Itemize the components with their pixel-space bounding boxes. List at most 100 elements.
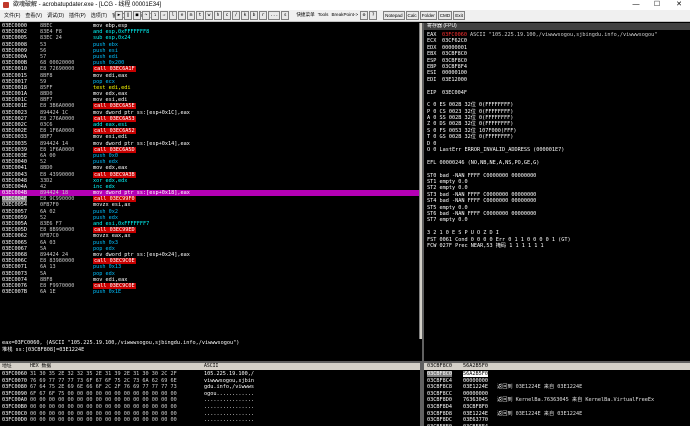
stack-pane[interactable]: 03CBF8C0 56A2B5F0 03CBF8C0 56A2B5F0 03CBF8… bbox=[424, 363, 690, 426]
instruction-text: pop edx bbox=[93, 245, 115, 252]
dump-row[interactable]: 03FC0070 76 69 77 77 77 73 6F 67 6F 75 2C… bbox=[0, 378, 420, 385]
title-bar: 欲魂破解 - acrobatupdater.exe - [LCG - 线程 00… bbox=[0, 0, 690, 10]
toolbar-button-calc[interactable]: Calc bbox=[405, 11, 419, 20]
stack-row[interactable]: 03CBF8DC 03E63770 bbox=[424, 417, 690, 424]
memory-dump-pane[interactable]: 地址 HEX 数据 ASCII 03FC0060 31 30 35 2E 32 3… bbox=[0, 363, 420, 426]
stack-header: 03CBF8C0 56A2B5F0 bbox=[424, 363, 690, 370]
toolbar-icon-3[interactable]: ↷ bbox=[142, 11, 150, 20]
register-value[interactable]: 03CBF8F4 bbox=[442, 64, 467, 70]
disasm-row[interactable]: 03EC007B 6A 1E push 0x1E bbox=[0, 289, 419, 295]
toolbar-icon-18[interactable]: s bbox=[281, 11, 290, 20]
instruction-text: call 03EC6A53 bbox=[93, 115, 136, 122]
toolbar-icon-2[interactable]: ■ bbox=[133, 11, 141, 20]
register-value[interactable]: 03E12000 bbox=[442, 77, 467, 83]
register-value[interactable]: 00000100 bbox=[442, 70, 467, 76]
stack-header-address: 03CBF8C0 bbox=[427, 363, 452, 369]
toolbar-icon-8[interactable]: m bbox=[187, 11, 195, 20]
dump-col-address[interactable]: 地址 bbox=[2, 363, 12, 370]
minimize-button[interactable]: — bbox=[625, 0, 647, 10]
toolbar-icon-13[interactable]: / bbox=[232, 11, 240, 20]
dump-hex-bytes: 67 64 75 2E 69 6E 66 6F 2C 2F 76 69 77 7… bbox=[30, 384, 177, 391]
toolbar-button-cmd[interactable]: CMD bbox=[437, 11, 453, 20]
instruction-text: push 0x13 bbox=[93, 264, 122, 271]
dump-row[interactable]: 03FC00A0 00 00 00 00 00 00 00 00 00 00 00… bbox=[0, 397, 420, 404]
menu-item-3[interactable]: 插件(P) bbox=[69, 10, 86, 22]
toolbar-icon-7[interactable]: e bbox=[178, 11, 186, 20]
register-value[interactable]: 03CF62C0 bbox=[442, 38, 467, 44]
toolbar-icon-4[interactable]: ↴ bbox=[151, 11, 159, 20]
dump-row[interactable]: 03FC00B0 00 00 00 00 00 00 00 00 00 00 00… bbox=[0, 404, 420, 411]
dump-ascii: ................ bbox=[204, 410, 254, 417]
instruction-text: inc edx bbox=[93, 183, 115, 190]
toolbar-icon-5[interactable]: ⇒ bbox=[160, 11, 168, 20]
dump-hex-bytes: 00 00 00 00 00 00 00 00 00 00 00 00 00 0… bbox=[30, 410, 177, 417]
instruction-text: add eax,esi bbox=[93, 122, 128, 128]
toolbar-small-0[interactable]: ⚙ bbox=[360, 11, 369, 20]
dump-address: 03FC0090 bbox=[2, 390, 27, 397]
dump-row[interactable]: 03FC0090 6F 67 6F 75 00 00 00 00 00 00 00… bbox=[0, 391, 420, 398]
menu-toolbar: 文件(F)查看(V)调试(D)插件(P)选项(T)窗口(W)帮助(H) ▶‖■↷… bbox=[0, 10, 690, 22]
dump-row[interactable]: 03FC00C0 00 00 00 00 00 00 00 00 00 00 00… bbox=[0, 411, 420, 418]
dump-hex-bytes: 00 00 00 00 00 00 00 00 00 00 00 00 00 0… bbox=[30, 397, 177, 404]
instruction-text: call 03EC6A5D bbox=[93, 146, 136, 153]
stack-row[interactable]: 03CBF8D8 03E1224E 返回到 03E1224E 来自 03E1224E bbox=[424, 411, 690, 418]
register-value[interactable]: 03CBF8C0 bbox=[442, 58, 467, 64]
toolbar-icon-10[interactable]: w bbox=[205, 11, 213, 20]
dump-ascii: 105.225.19.100,/ bbox=[204, 371, 254, 377]
toolbar-menu-1[interactable]: Tools bbox=[317, 11, 330, 20]
stack-row[interactable]: 03CBF8C8 03E1224E 返回到 03E1224E 来自 03E1224E bbox=[424, 384, 690, 391]
toolbar-icon-11[interactable]: h bbox=[214, 11, 222, 20]
disasm-instruction: push 0x1E bbox=[93, 289, 121, 295]
dump-row[interactable]: 03FC00D0 00 00 00 00 00 00 00 00 00 00 00… bbox=[0, 417, 420, 424]
toolbar-button-notepad[interactable]: Notepad bbox=[383, 11, 405, 20]
register-name: ESI bbox=[427, 70, 437, 77]
instruction-text: call 03EC99ED bbox=[93, 227, 136, 234]
registers-header: 寄存器 (FPU) bbox=[424, 23, 690, 30]
toolbar-small-1[interactable]: ? bbox=[369, 11, 378, 20]
close-button[interactable]: ✕ bbox=[668, 0, 690, 10]
registers-pane[interactable]: 寄存器 (FPU) EAX 03FC0060 ASCII "105.225.19.1… bbox=[424, 23, 690, 363]
toolbar-icon-0[interactable]: ▶ bbox=[115, 11, 123, 20]
toolbar-icon-1[interactable]: ‖ bbox=[124, 11, 132, 20]
menu-item-0[interactable]: 文件(F) bbox=[4, 10, 20, 22]
toolbar-icon-12[interactable]: c bbox=[223, 11, 231, 20]
instruction-text: push edx bbox=[93, 159, 118, 166]
app-icon bbox=[3, 2, 9, 8]
dump-row[interactable]: 03FC0080 67 64 75 2E 69 6E 66 6F 2C 2F 76… bbox=[0, 384, 420, 391]
menu-item-2[interactable]: 调试(D) bbox=[47, 10, 64, 22]
register-value[interactable]: 00000001 bbox=[442, 45, 467, 51]
toolbar-icon-6[interactable]: l bbox=[169, 11, 177, 20]
toolbar-icon-17[interactable]: ... bbox=[268, 11, 281, 20]
toolbar-icon-16[interactable]: r bbox=[259, 11, 267, 20]
instruction-text: mov esi,edi bbox=[93, 97, 128, 104]
toolbar-menu-2[interactable]: BreakPoint-> bbox=[330, 11, 359, 20]
toolbar-button-exit[interactable]: Exit bbox=[453, 11, 465, 20]
register-value[interactable]: 03CBF8C0 bbox=[442, 51, 467, 57]
stack-value: 03E1224E bbox=[463, 384, 488, 391]
toolbar-icon-15[interactable]: b bbox=[250, 11, 258, 20]
disassembly-pane[interactable]: 03EC0000 8BEC mov ebp,esp 03EC0002 83E4 F8 an… bbox=[0, 23, 419, 339]
dump-col-hex[interactable]: HEX 数据 bbox=[30, 363, 51, 370]
instruction-text: push 0x3 bbox=[93, 239, 118, 246]
toolbar-spacer bbox=[290, 11, 294, 20]
instruction-text: call 03EC6A1F bbox=[93, 66, 136, 73]
toolbar-button-folder[interactable]: Folder bbox=[419, 11, 437, 20]
register-value[interactable]: 03FC0060 bbox=[442, 32, 467, 38]
dump-col-ascii[interactable]: ASCII bbox=[204, 363, 218, 370]
toolbar-icon-9[interactable]: t bbox=[196, 11, 204, 20]
stack-row[interactable]: 03CBF8D0 76363045 返回到 KernelBa.76363045 来自… bbox=[424, 397, 690, 404]
dump-address: 03FC0080 bbox=[2, 384, 27, 391]
maximize-button[interactable]: ☐ bbox=[646, 0, 668, 10]
stack-row[interactable]: 03CBF8D4 03CBF8F0 bbox=[424, 404, 690, 411]
register-name: EDI bbox=[427, 76, 437, 83]
menu-item-1[interactable]: 查看(V) bbox=[25, 10, 42, 22]
stack-value: 03CBF8F0 bbox=[463, 403, 488, 410]
toolbar-menu-0[interactable]: 快捷菜单 bbox=[295, 11, 315, 20]
register-value[interactable]: 03EC004F bbox=[442, 90, 467, 96]
menu-item-4[interactable]: 选项(T) bbox=[91, 10, 107, 22]
dump-row[interactable]: 03FC0060 31 30 35 2E 32 32 35 2E 31 39 2E… bbox=[0, 371, 420, 378]
instruction-text: push esi bbox=[93, 47, 118, 54]
toolbar-icon-14[interactable]: k bbox=[241, 11, 249, 20]
stack-row[interactable]: 03CBF8C0 56A2B5F0 bbox=[424, 371, 690, 378]
instruction-text: mov dword ptr ss:[esp+0x1C],eax bbox=[93, 109, 190, 116]
